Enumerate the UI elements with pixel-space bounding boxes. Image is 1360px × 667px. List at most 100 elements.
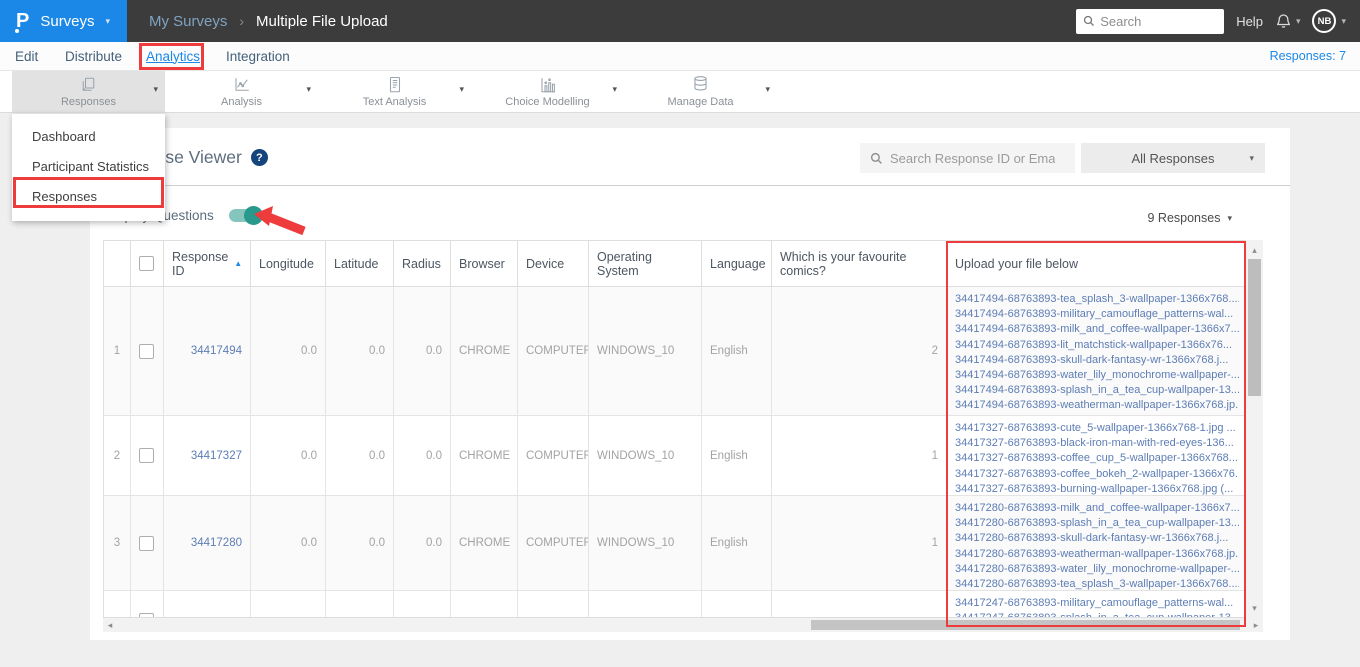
tab-edit[interactable]: Edit xyxy=(15,42,38,70)
horizontal-scrollbar-thumb[interactable] xyxy=(810,620,1240,630)
row-checkbox[interactable] xyxy=(139,448,154,463)
column-header-which-is-your-favourite-comics-[interactable]: Which is your favourite comics? xyxy=(772,241,947,286)
help-link[interactable]: Help xyxy=(1236,14,1263,29)
column-header-radius[interactable]: Radius xyxy=(394,241,451,286)
chevron-down-icon[interactable]: ▾ xyxy=(765,84,770,95)
responses-count-badge[interactable]: Responses: 7 xyxy=(1270,42,1346,70)
response-filter-dropdown[interactable]: All Responses ▾ xyxy=(1081,143,1265,173)
notifications-button[interactable]: ▾ xyxy=(1275,12,1300,30)
help-icon[interactable]: ? xyxy=(250,149,268,166)
menu-item-dashboard[interactable]: Dashboard xyxy=(12,121,165,151)
file-link[interactable]: 34417327-68763893-cute_5-wallpaper-1366x… xyxy=(955,421,1239,436)
vertical-scrollbar[interactable]: ▴ ▾ xyxy=(1246,240,1263,618)
horizontal-scrollbar[interactable]: ◂ ▸ xyxy=(103,618,1263,632)
account-menu[interactable]: NB ▾ xyxy=(1312,9,1346,33)
file-link[interactable]: 34417247-68763893-military_camouflage_pa… xyxy=(955,596,1239,611)
column-header-longitude[interactable]: Longitude xyxy=(251,241,326,286)
file-link[interactable]: 34417327-68763893-coffee_bokeh_2-wallpap… xyxy=(955,467,1239,482)
app-logo-surveys-menu[interactable]: P Surveys ▾ xyxy=(0,0,127,42)
file-link[interactable]: 34417280-68763893-tea_splash_3-wallpaper… xyxy=(955,577,1239,590)
toolbar-manage-data[interactable]: Manage Data ▾ xyxy=(624,71,777,112)
toolbar-text-analysis[interactable]: Text Analysis ▾ xyxy=(318,71,471,112)
database-icon xyxy=(694,76,707,91)
responses-summary-dropdown[interactable]: 9 Responses ▾ xyxy=(1148,211,1233,225)
vertical-scrollbar-thumb[interactable] xyxy=(1248,259,1261,396)
row-checkbox[interactable] xyxy=(139,535,154,551)
chevron-down-icon: ▾ xyxy=(1249,152,1254,163)
cell-latitude: 0.0 xyxy=(326,416,394,495)
file-link[interactable]: 34417494-68763893-tea_splash_3-wallpaper… xyxy=(955,292,1239,307)
file-link[interactable]: 34417327-68763893-black-iron-man-with-re… xyxy=(955,436,1239,451)
chevron-down-icon[interactable]: ▾ xyxy=(612,84,617,95)
column-header-check[interactable] xyxy=(131,241,164,286)
response-search[interactable] xyxy=(860,143,1075,173)
cell-files: 34417327-68763893-cute_5-wallpaper-1366x… xyxy=(947,416,1247,495)
column-header-num[interactable] xyxy=(104,241,131,286)
global-search[interactable] xyxy=(1076,8,1225,34)
file-link[interactable]: 34417494-68763893-water_lily_monochrome-… xyxy=(955,368,1239,383)
toolbar-analysis[interactable]: Analysis ▾ xyxy=(165,71,318,112)
file-link[interactable]: 34417327-68763893-burning-wallpaper-1366… xyxy=(955,482,1239,495)
toolbar-choice-modelling[interactable]: Choice Modelling ▾ xyxy=(471,71,624,112)
scroll-right-arrow[interactable]: ▸ xyxy=(1249,618,1263,632)
file-link[interactable]: 34417494-68763893-lit_matchstick-wallpap… xyxy=(955,338,1239,353)
file-link[interactable]: 34417280-68763893-milk_and_coffee-wallpa… xyxy=(955,501,1239,516)
display-questions-toggle[interactable] xyxy=(228,206,263,225)
file-link[interactable]: 34417494-68763893-military_camouflage_pa… xyxy=(955,307,1239,322)
menu-item-responses[interactable]: Responses xyxy=(12,181,165,211)
global-search-input[interactable] xyxy=(1100,13,1211,29)
bell-icon xyxy=(1276,14,1290,28)
file-link[interactable]: 34417327-68763893-coffee_cup_5-wallpaper… xyxy=(955,451,1239,466)
row-checkbox[interactable] xyxy=(139,343,154,359)
breadcrumb-current-survey: Multiple File Upload xyxy=(256,12,388,30)
cell-check xyxy=(131,496,164,590)
menu-item-participant-statistics[interactable]: Participant Statistics xyxy=(12,151,165,181)
survey-nav-tabs: Edit Distribute Analytics Integration Re… xyxy=(0,42,1360,71)
cell-device: COMPUTER xyxy=(518,496,589,590)
file-link[interactable]: 34417280-68763893-water_lily_monochrome-… xyxy=(955,562,1239,577)
column-header-upload-your-file-below[interactable]: Upload your file below xyxy=(947,241,1247,286)
breadcrumb-my-surveys[interactable]: My Surveys xyxy=(149,13,227,30)
scroll-left-arrow[interactable]: ◂ xyxy=(103,618,117,632)
responses-pages-icon xyxy=(82,77,95,91)
scroll-down-arrow[interactable]: ▾ xyxy=(1246,600,1263,616)
file-link[interactable]: 34417494-68763893-milk_and_coffee-wallpa… xyxy=(955,322,1239,337)
file-link[interactable]: 34417494-68763893-weatherman-wallpaper-1… xyxy=(955,398,1239,413)
chevron-down-icon[interactable]: ▾ xyxy=(459,84,464,95)
file-link[interactable]: 34417494-68763893-skull-dark-fantasy-wr-… xyxy=(955,353,1239,368)
table-header-row: Response ID ▲ Longitude Latitude Radius Brows… xyxy=(103,240,1248,287)
cell-id xyxy=(164,591,251,617)
tab-integration[interactable]: Integration xyxy=(226,42,290,70)
column-header-device[interactable]: Device xyxy=(518,241,589,286)
cell-comics: 2 xyxy=(772,287,947,415)
file-link[interactable]: 34417280-68763893-skull-dark-fantasy-wr-… xyxy=(955,531,1239,546)
table-body: 1 34417494 0.0 0.0 0.0 CHROME COMPUTER WINDOWS_… xyxy=(103,287,1248,618)
text-document-icon xyxy=(389,76,400,92)
response-id-link[interactable]: 34417327 xyxy=(164,416,251,495)
column-header-operating-system[interactable]: Operating System xyxy=(589,241,702,286)
scroll-up-arrow[interactable]: ▴ xyxy=(1246,242,1263,258)
avatar: NB xyxy=(1312,9,1337,33)
file-link[interactable]: 34417280-68763893-weatherman-wallpaper-1… xyxy=(955,547,1239,562)
file-link[interactable]: 34417494-68763893-splash_in_a_tea_cup-wa… xyxy=(955,383,1239,398)
search-icon xyxy=(1084,15,1095,26)
column-header-response-id[interactable]: Response ID ▲ xyxy=(164,241,251,286)
cell-os: WINDOWS_10 xyxy=(589,496,702,590)
response-id-link[interactable]: 34417280 xyxy=(164,496,251,590)
column-header-language[interactable]: Language xyxy=(702,241,772,286)
response-id-link[interactable]: 34417494 xyxy=(164,287,251,415)
toolbar-responses[interactable]: Responses ▾ xyxy=(12,71,165,112)
response-search-input[interactable] xyxy=(890,150,1055,166)
cell-longitude: 0.0 xyxy=(251,287,326,415)
column-header-latitude[interactable]: Latitude xyxy=(326,241,394,286)
file-link[interactable]: 34417247-68763893-splash_in_a_tea_cup-wa… xyxy=(955,611,1239,617)
cell-check xyxy=(131,287,164,415)
select-all-checkbox[interactable] xyxy=(139,256,154,271)
chevron-down-icon[interactable]: ▾ xyxy=(306,84,311,95)
cell-latitude: 0.0 xyxy=(326,287,394,415)
column-header-browser[interactable]: Browser xyxy=(451,241,518,286)
file-link[interactable]: 34417280-68763893-splash_in_a_tea_cup-wa… xyxy=(955,516,1239,531)
tab-analytics[interactable]: Analytics xyxy=(146,42,200,70)
tab-distribute[interactable]: Distribute xyxy=(65,42,122,70)
chevron-down-icon[interactable]: ▾ xyxy=(153,84,158,95)
